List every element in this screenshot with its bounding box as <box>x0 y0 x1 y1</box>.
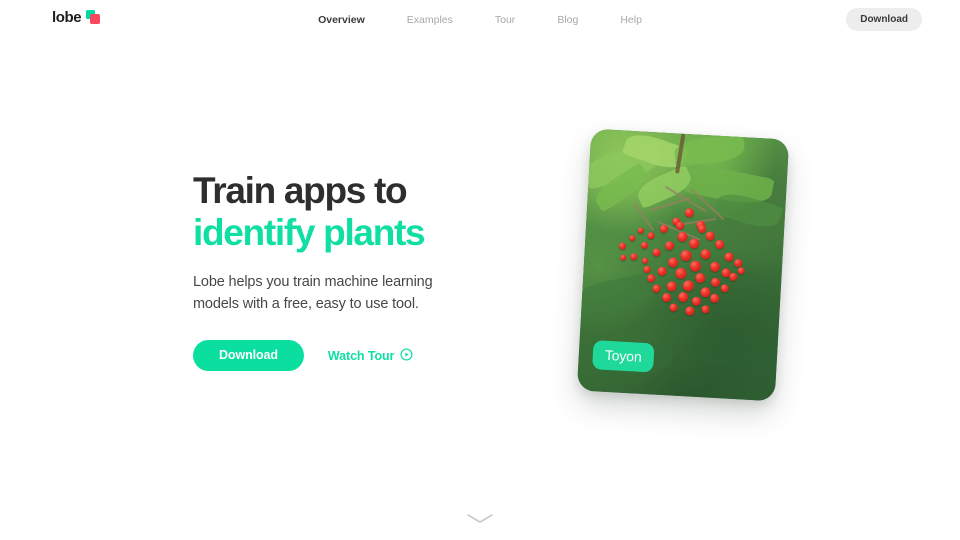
berry <box>677 231 688 243</box>
berry <box>618 242 627 250</box>
page-title: Train apps to identify plants <box>193 170 523 254</box>
berry <box>695 272 706 284</box>
watch-tour-label: Watch Tour <box>327 348 395 363</box>
berry <box>630 253 638 261</box>
hero-title-line-1: Train apps to <box>193 170 408 211</box>
berry <box>700 248 711 260</box>
berry <box>705 231 715 241</box>
berry <box>733 258 743 268</box>
chevron-down-icon <box>467 514 493 523</box>
berry <box>737 267 745 275</box>
berry <box>697 224 707 234</box>
hero-actions: Download Watch Tour <box>193 340 523 371</box>
hero-section: Train apps to identify plants Lobe helps… <box>0 0 960 540</box>
plant-card-label: Toyon <box>592 340 655 373</box>
berry <box>710 277 721 288</box>
leaf-shape <box>688 323 781 377</box>
hero-download-button[interactable]: Download <box>193 340 304 371</box>
hero-title-line-2: identify plants <box>193 212 426 253</box>
berry <box>640 241 649 250</box>
berry <box>675 267 687 280</box>
berry <box>652 248 661 257</box>
berry <box>646 274 656 283</box>
berry <box>666 281 678 292</box>
berry <box>642 257 649 265</box>
berry <box>685 306 695 316</box>
berry <box>714 239 725 250</box>
berry <box>729 272 738 282</box>
berry <box>682 280 695 292</box>
berry <box>637 227 645 234</box>
plant-card[interactable]: Toyon <box>576 128 790 402</box>
berry <box>659 224 669 234</box>
berry <box>689 260 702 272</box>
watch-tour-button[interactable]: Watch Tour <box>327 347 413 364</box>
berry <box>643 265 651 274</box>
berry <box>724 252 734 262</box>
berry <box>675 221 685 230</box>
berry <box>647 231 655 240</box>
berry <box>709 293 720 304</box>
leaf-shape <box>576 272 655 322</box>
hero-copy: Train apps to identify plants Lobe helps… <box>193 170 523 371</box>
berry <box>701 305 710 314</box>
play-circle-icon <box>400 347 413 364</box>
berry <box>664 240 675 251</box>
berry <box>677 291 689 303</box>
berry <box>629 234 636 242</box>
berry <box>667 257 679 268</box>
berry <box>684 208 695 218</box>
berry <box>669 303 678 312</box>
berry <box>620 254 627 261</box>
berry <box>688 238 700 249</box>
berry <box>691 296 702 307</box>
berry <box>700 287 711 298</box>
hero-subtitle: Lobe helps you train machine learning mo… <box>193 274 433 312</box>
berry <box>709 261 721 273</box>
berry <box>720 284 729 293</box>
berry <box>657 266 667 277</box>
berry <box>661 292 672 303</box>
scroll-down-chevron[interactable] <box>466 512 494 530</box>
berry <box>680 249 692 262</box>
berry <box>652 284 661 293</box>
